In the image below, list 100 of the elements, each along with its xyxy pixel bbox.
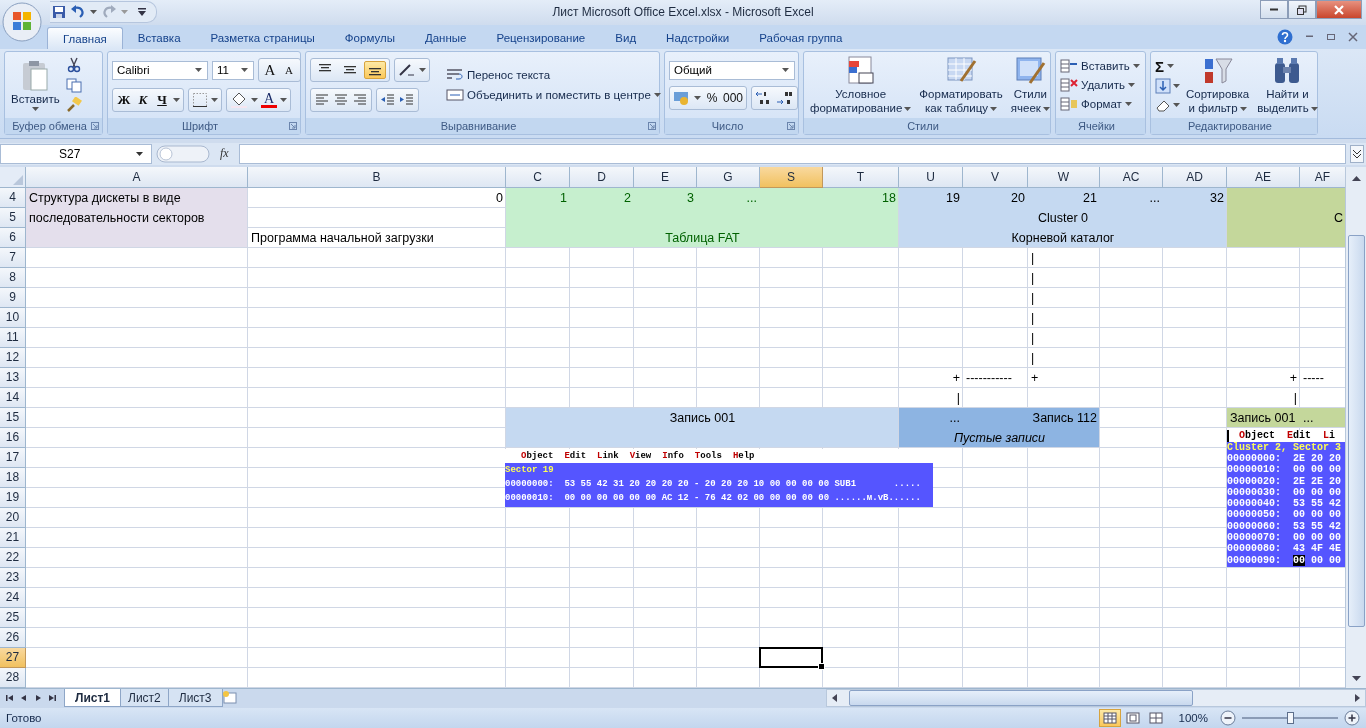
menu-item[interactable]: Edit <box>1287 429 1312 442</box>
row-header[interactable]: 25 <box>0 607 26 628</box>
vertical-scrollbar[interactable] <box>1345 166 1366 688</box>
vertical-align-button[interactable] <box>364 61 386 80</box>
row-header[interactable]: 24 <box>0 587 26 608</box>
bold-button[interactable]: Ж <box>116 91 132 110</box>
row-header[interactable]: 10 <box>0 307 26 328</box>
shrink-font-button[interactable]: A <box>281 61 297 80</box>
column-header[interactable]: A <box>26 166 248 188</box>
column-header[interactable]: G <box>697 166 760 188</box>
row-header[interactable]: 11 <box>0 327 26 348</box>
menu-item[interactable]: View <box>629 448 652 463</box>
scissors-icon[interactable] <box>65 57 82 74</box>
scrollbar-thumb[interactable] <box>849 690 1193 707</box>
font-size-field[interactable]: 11 <box>212 60 254 80</box>
cells-button[interactable]: Вставить <box>1060 58 1140 75</box>
row-header[interactable]: 19 <box>0 487 26 508</box>
expand-formula-bar-icon[interactable] <box>1350 144 1364 163</box>
row-header[interactable]: 12 <box>0 347 26 368</box>
ribbon-tab[interactable]: Надстройки <box>651 27 745 50</box>
thousands-separator-button[interactable]: 000 <box>723 88 744 107</box>
sheet-tab[interactable]: Лист1 <box>64 689 122 708</box>
paintbrush-icon[interactable] <box>65 97 82 114</box>
close-button[interactable] <box>1316 0 1362 19</box>
row-header[interactable]: 7 <box>0 247 26 268</box>
row-header[interactable]: 9 <box>0 287 26 308</box>
insert-function-button[interactable]: fx <box>214 146 235 162</box>
wrap-text-button[interactable]: Перенос текста <box>446 68 551 83</box>
menu-item[interactable]: Edit <box>564 448 587 463</box>
caret-icon[interactable] <box>251 98 258 103</box>
dialog-launcher-icon[interactable] <box>289 122 297 131</box>
row-header[interactable]: 15 <box>0 407 26 428</box>
dialog-launcher-icon[interactable] <box>648 122 656 131</box>
column-header[interactable]: AD <box>1163 166 1227 188</box>
styles-button[interactable]: Стили ячеек <box>1008 55 1052 116</box>
column-header[interactable]: E <box>634 166 697 188</box>
align-right-icon[interactable] <box>352 93 368 108</box>
styles-button[interactable]: Условное форматирование <box>808 55 914 116</box>
column-header[interactable]: C <box>506 166 570 188</box>
column-header[interactable]: T <box>823 166 899 188</box>
ribbon-tab[interactable]: Вставка <box>122 27 196 50</box>
restore-button[interactable] <box>1288 0 1316 19</box>
grow-font-button[interactable]: A <box>262 61 278 80</box>
row-header[interactable]: 17 <box>0 447 26 468</box>
row-header[interactable]: 22 <box>0 547 26 568</box>
zoom-slider-thumb[interactable] <box>1287 712 1294 725</box>
row-header[interactable]: 26 <box>0 627 26 648</box>
column-header[interactable]: S <box>760 166 823 188</box>
name-box[interactable]: S27 <box>0 143 152 164</box>
row-header[interactable]: 21 <box>0 527 26 548</box>
minimize-icon[interactable] <box>1305 35 1314 39</box>
borders-icon[interactable] <box>192 92 208 109</box>
font-color-button[interactable]: A <box>261 92 277 108</box>
caret-icon[interactable] <box>694 95 701 100</box>
column-header[interactable]: V <box>963 166 1028 188</box>
italic-button[interactable]: К <box>135 91 151 110</box>
row-header[interactable]: 16 <box>0 427 26 448</box>
caret-icon[interactable] <box>1173 102 1180 107</box>
number-format-field[interactable]: Общий <box>669 60 795 80</box>
decrease-indent-icon[interactable] <box>380 93 396 108</box>
ribbon-tab[interactable]: Главная <box>47 27 123 50</box>
column-header[interactable]: AC <box>1100 166 1163 188</box>
formula-input[interactable] <box>238 143 1346 164</box>
menu-item[interactable]: Tools <box>694 448 722 463</box>
menu-item[interactable]: Info <box>662 448 684 463</box>
underline-button[interactable]: Ч <box>154 91 170 110</box>
decrease-decimal-icon[interactable] <box>776 89 795 106</box>
horizontal-scrollbar[interactable] <box>826 689 1366 708</box>
ribbon-tab[interactable]: Данные <box>409 27 482 50</box>
sheet-tab[interactable]: Лист3 <box>167 689 223 708</box>
ribbon-tab[interactable]: Вид <box>600 27 652 50</box>
row-header[interactable]: 13 <box>0 367 26 388</box>
menu-item[interactable]: Link <box>597 448 619 463</box>
row-header[interactable]: 18 <box>0 467 26 488</box>
dialog-launcher-icon[interactable] <box>787 122 795 131</box>
column-header[interactable]: W <box>1028 166 1100 188</box>
row-header[interactable]: 23 <box>0 567 26 588</box>
row-header[interactable]: 5 <box>0 207 26 228</box>
view-button[interactable] <box>1098 709 1121 728</box>
styles-button[interactable]: Форматировать как таблицу <box>917 55 1005 116</box>
dialog-launcher-icon[interactable] <box>91 122 99 131</box>
column-header[interactable]: B <box>248 166 506 188</box>
caret-icon[interactable] <box>1173 83 1180 88</box>
ribbon-tab[interactable]: Разметка страницы <box>195 27 330 50</box>
customize-toolbar-icon[interactable] <box>138 8 146 17</box>
row-header[interactable]: 6 <box>0 227 26 248</box>
zoom-in-icon[interactable] <box>1344 710 1360 727</box>
ribbon-tab[interactable]: Рецензирование <box>481 27 601 50</box>
merge-center-button[interactable]: Объединить и поместить в центре <box>446 88 661 103</box>
text-orientation-icon[interactable] <box>398 63 416 78</box>
paint-bucket-icon[interactable] <box>230 92 248 109</box>
formula-bar-handle-icon[interactable] <box>156 144 210 163</box>
ribbon-tab[interactable]: Формулы <box>329 27 410 50</box>
column-header[interactable]: U <box>899 166 963 188</box>
cells-button[interactable]: Формат <box>1060 96 1132 113</box>
caret-icon[interactable] <box>211 98 218 103</box>
caret-icon[interactable] <box>90 10 97 15</box>
undo-icon[interactable] <box>70 5 86 20</box>
row-header[interactable]: 28 <box>0 667 26 688</box>
row-header[interactable]: 20 <box>0 507 26 528</box>
